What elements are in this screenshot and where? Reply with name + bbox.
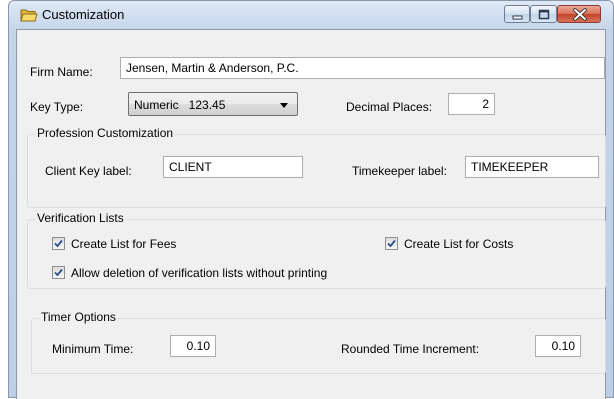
- maximize-button[interactable]: [530, 5, 557, 23]
- timer-group-title: Timer Options: [39, 310, 118, 324]
- client-key-label: Client Key label:: [45, 164, 132, 178]
- folder-icon: [20, 8, 38, 22]
- close-icon: [573, 8, 587, 21]
- firm-name-input[interactable]: [120, 57, 605, 79]
- fees-checkbox-label[interactable]: Create List for Fees: [71, 237, 176, 251]
- minimize-icon: [512, 15, 523, 20]
- costs-checkbox-label[interactable]: Create List for Costs: [404, 237, 513, 251]
- customization-window: Customization Firm Name: Key Type: Numer…: [8, 0, 614, 399]
- fees-checkbox[interactable]: [52, 237, 65, 250]
- minimum-time-input[interactable]: [170, 335, 216, 357]
- title-bar[interactable]: Customization: [9, 1, 613, 29]
- rounded-time-input[interactable]: [535, 335, 581, 357]
- key-type-label: Key Type:: [30, 100, 84, 114]
- dialog-body: Firm Name: Key Type: Numeric 123.45 Deci…: [16, 29, 606, 399]
- minimize-button[interactable]: [504, 5, 530, 23]
- rounded-time-label: Rounded Time Increment:: [341, 342, 480, 356]
- costs-checkbox[interactable]: [385, 237, 398, 250]
- verification-group-title: Verification Lists: [35, 211, 126, 225]
- decimal-places-input[interactable]: [448, 93, 495, 115]
- client-key-input[interactable]: [163, 156, 303, 178]
- profession-group-title: Profession Customization: [35, 126, 176, 140]
- decimal-places-label: Decimal Places:: [346, 100, 433, 114]
- firm-name-label: Firm Name:: [30, 65, 93, 79]
- minimum-time-label: Minimum Time:: [52, 342, 134, 356]
- key-type-select[interactable]: Numeric 123.45: [128, 92, 298, 116]
- timekeeper-label: Timekeeper label:: [352, 164, 447, 178]
- checkmark-icon: [54, 239, 63, 248]
- window-title: Customization: [42, 7, 125, 22]
- checkmark-icon: [54, 268, 63, 277]
- maximize-icon: [538, 9, 550, 20]
- allow-delete-checkbox-label[interactable]: Allow deletion of verification lists wit…: [71, 266, 327, 280]
- allow-delete-checkbox[interactable]: [52, 266, 65, 279]
- close-button[interactable]: [557, 5, 601, 23]
- timekeeper-input[interactable]: [465, 156, 599, 178]
- checkmark-icon: [387, 239, 396, 248]
- dropdown-arrow-icon: [280, 103, 288, 108]
- key-type-value: Numeric 123.45: [134, 98, 226, 112]
